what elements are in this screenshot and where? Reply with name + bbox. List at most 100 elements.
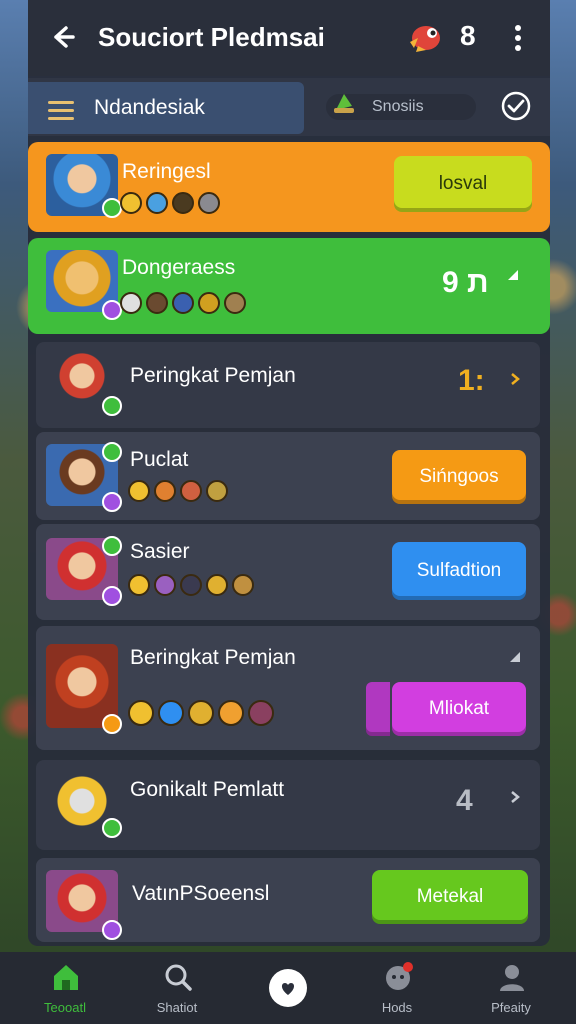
nav-item-home[interactable]: Teooatl bbox=[20, 960, 110, 1020]
coin-icon bbox=[206, 574, 228, 596]
action-button[interactable]: Sińngoos bbox=[392, 450, 526, 504]
avatar bbox=[46, 250, 122, 320]
coin-icon bbox=[128, 480, 150, 502]
list-item[interactable]: Peringkat Pemjan 1: bbox=[36, 342, 540, 428]
coin-icon bbox=[188, 700, 214, 726]
coin-icon bbox=[120, 192, 142, 214]
bird-icon[interactable] bbox=[404, 16, 444, 56]
coin-icon bbox=[128, 574, 150, 596]
coin-icon bbox=[180, 574, 202, 596]
nav-item-profile[interactable]: Pfeaity bbox=[466, 960, 556, 1020]
sub-toolbar: Ndandesiak Snosiis bbox=[28, 78, 550, 136]
coin-row bbox=[120, 192, 220, 214]
coin-row bbox=[128, 700, 274, 726]
player-name: Beringkat Pemjan bbox=[130, 646, 296, 669]
coin-icon bbox=[218, 700, 244, 726]
coin-icon bbox=[154, 574, 176, 596]
button-accent bbox=[366, 682, 390, 736]
coin-icon bbox=[146, 292, 168, 314]
verified-badge-icon bbox=[102, 818, 122, 838]
rank-badge-icon bbox=[102, 586, 122, 606]
chevron-right-icon[interactable] bbox=[508, 372, 522, 386]
verified-badge-icon bbox=[102, 536, 122, 556]
chevron-right-icon[interactable] bbox=[508, 790, 522, 804]
more-options-icon[interactable] bbox=[512, 24, 524, 52]
player-name: Reringesl bbox=[122, 160, 211, 183]
avatar bbox=[46, 442, 122, 512]
chevron-up-right-icon[interactable] bbox=[506, 268, 520, 282]
bottom-nav: Teooatl Shatiot Hods Pfeaity bbox=[0, 952, 576, 1024]
chevron-up-right-icon[interactable] bbox=[508, 650, 522, 664]
coin-icon bbox=[224, 292, 246, 314]
nav-label: Pfeaity bbox=[491, 1000, 531, 1015]
avatar bbox=[46, 536, 122, 606]
list-item[interactable]: VatınPSoeensl Metekal bbox=[36, 858, 540, 942]
home-icon bbox=[54, 965, 78, 990]
list-item[interactable]: Puclat Sińngoos bbox=[36, 432, 540, 520]
rank-number: 4 bbox=[456, 784, 473, 817]
coin-row bbox=[128, 480, 228, 502]
coin-icon bbox=[232, 574, 254, 596]
coin-icon bbox=[180, 480, 202, 502]
rank-badge-icon bbox=[102, 714, 122, 734]
player-name: Peringkat Pemjan bbox=[130, 364, 296, 387]
coin-icon bbox=[120, 292, 142, 314]
avatar bbox=[46, 644, 122, 734]
coin-icon bbox=[198, 192, 220, 214]
coin-icon bbox=[128, 700, 154, 726]
coin-icon bbox=[146, 192, 168, 214]
avatar bbox=[46, 154, 122, 218]
list-item[interactable]: Gonikalt Pemlatt 4 bbox=[36, 760, 540, 850]
nav-item-center[interactable] bbox=[243, 960, 333, 1020]
coin-icon bbox=[154, 480, 176, 502]
check-circle-icon[interactable] bbox=[500, 90, 532, 122]
nav-label: Teooatl bbox=[44, 1000, 86, 1015]
back-arrow-icon[interactable] bbox=[46, 22, 76, 52]
coin-icon bbox=[248, 700, 274, 726]
verified-badge-icon bbox=[102, 396, 122, 416]
nav-item-search[interactable]: Shatiot bbox=[132, 960, 222, 1020]
avatar bbox=[46, 870, 122, 940]
action-button[interactable]: Sulfadtion bbox=[392, 542, 526, 600]
nav-label: Shatiot bbox=[156, 1000, 198, 1015]
hamburger-icon[interactable] bbox=[48, 100, 76, 120]
search-field[interactable]: Snosiis bbox=[326, 94, 476, 120]
coin-icon bbox=[206, 480, 228, 502]
coin-row bbox=[128, 574, 254, 596]
leaf-icon bbox=[334, 94, 354, 113]
nav-item-messages[interactable]: Hods bbox=[352, 960, 442, 1020]
action-button[interactable]: Metekal bbox=[372, 870, 528, 924]
list-item[interactable]: Sasier Sulfadtion bbox=[36, 524, 540, 620]
magnifier-icon bbox=[165, 964, 192, 991]
heart-icon bbox=[269, 969, 307, 1007]
list-item[interactable]: Dongeraess 9 ת bbox=[28, 238, 550, 334]
top-bar: Souciort Pledmsai 8 bbox=[28, 0, 550, 76]
chat-icon bbox=[386, 962, 413, 990]
avatar bbox=[46, 770, 122, 838]
list-item[interactable]: Reringesl losval bbox=[28, 142, 550, 232]
coin-row bbox=[120, 292, 246, 314]
menu-tab-label: Ndandesiak bbox=[94, 96, 205, 119]
list-item[interactable]: Beringkat Pemjan Mliokat bbox=[36, 626, 540, 750]
coin-icon bbox=[198, 292, 220, 314]
rank-number: 1: bbox=[458, 364, 485, 397]
coin-icon bbox=[172, 192, 194, 214]
coin-icon bbox=[158, 700, 184, 726]
coin-icon bbox=[172, 292, 194, 314]
action-button[interactable]: losval bbox=[394, 156, 532, 212]
player-name: Puclat bbox=[130, 448, 189, 471]
rank-number: 9 ת bbox=[442, 266, 489, 299]
menu-tab[interactable]: Ndandesiak bbox=[28, 82, 304, 134]
player-name: VatınPSoeensl bbox=[132, 882, 270, 905]
action-button[interactable]: Mliokat bbox=[392, 682, 526, 736]
player-name: Dongeraess bbox=[122, 256, 236, 279]
verified-badge-icon bbox=[102, 198, 122, 218]
player-name: Sasier bbox=[130, 540, 190, 563]
player-name: Gonikalt Pemlatt bbox=[130, 778, 285, 801]
notification-count: 8 bbox=[460, 20, 476, 51]
nav-label: Hods bbox=[381, 1000, 413, 1015]
rank-badge-icon bbox=[102, 492, 122, 512]
search-placeholder: Snosiis bbox=[372, 98, 424, 115]
profile-icon bbox=[500, 965, 524, 991]
page-title: Souciort Pledmsai bbox=[98, 22, 325, 52]
